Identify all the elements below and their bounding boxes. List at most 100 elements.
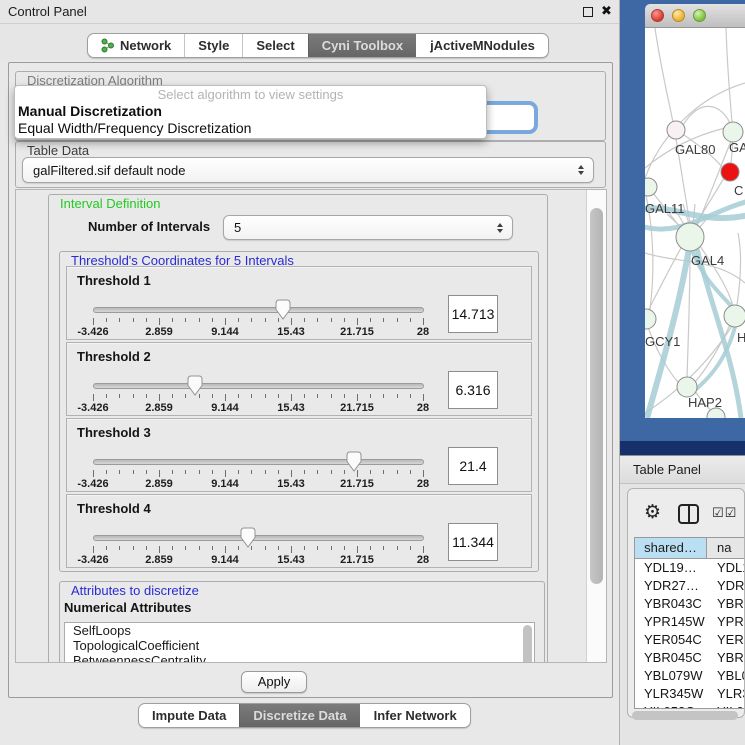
- table-column-header[interactable]: shared…: [635, 538, 707, 558]
- table-cell[interactable]: YDR27…: [635, 577, 707, 595]
- table-cell[interactable]: YLR3: [707, 685, 744, 703]
- threshold-value-field[interactable]: 11.344: [448, 523, 498, 561]
- node-red-selected[interactable]: [721, 163, 739, 181]
- threshold-slider[interactable]: -3.4262.8599.14415.4321.71528: [93, 343, 425, 417]
- algorithm-option-equal-width[interactable]: Equal Width/Frequency Discretization: [15, 120, 486, 137]
- table-cell[interactable]: YBR0: [707, 595, 744, 613]
- settings-vertical-scrollbar[interactable]: [586, 190, 606, 662]
- select-columns-icon[interactable]: ☑☑: [712, 505, 737, 521]
- gear-icon[interactable]: ⚙: [644, 501, 661, 524]
- table-cell[interactable]: YDL19…: [635, 559, 707, 577]
- slider-handle[interactable]: [187, 375, 203, 396]
- window-float-icon[interactable]: [583, 7, 593, 17]
- tab-infer-network[interactable]: Infer Network: [360, 704, 470, 727]
- traffic-light-minimize-icon[interactable]: [672, 9, 685, 22]
- tab-jactivemnodules[interactable]: jActiveMNodules: [416, 34, 548, 57]
- window-close-icon[interactable]: ✖: [601, 3, 612, 19]
- node-gal4[interactable]: [676, 223, 704, 251]
- network-window-titlebar[interactable]: [645, 4, 745, 28]
- settings-scrollbar-thumb[interactable]: [590, 208, 603, 584]
- slider-handle[interactable]: [275, 299, 291, 320]
- tab-style[interactable]: Style: [184, 34, 242, 57]
- node-gal11[interactable]: [645, 178, 657, 196]
- attribute-list-item[interactable]: BetweennessCentrality: [65, 653, 534, 663]
- network-canvas[interactable]: GAL80GACGAL11GAL4GCY1HHAP2: [645, 28, 745, 418]
- table-cell[interactable]: YPR145W: [635, 613, 707, 631]
- table-cell[interactable]: YBL0: [707, 667, 744, 685]
- table-row[interactable]: YIL052CYIL0: [635, 703, 744, 709]
- slider-tick-label: 28: [400, 326, 446, 338]
- table-row[interactable]: YDL19…YDL1: [635, 559, 744, 577]
- table-cell[interactable]: YBR045C: [635, 649, 707, 667]
- apply-button[interactable]: Apply: [241, 671, 307, 693]
- table-row[interactable]: YLR345WYLR3: [635, 685, 744, 703]
- traffic-light-close-icon[interactable]: [651, 9, 664, 22]
- tab-select[interactable]: Select: [242, 34, 307, 57]
- table-cell[interactable]: YDR2: [707, 577, 744, 595]
- slider-handle[interactable]: [240, 527, 256, 548]
- table-cell[interactable]: YPR1: [707, 613, 744, 631]
- attributes-scrollbar[interactable]: [523, 625, 532, 663]
- node-h[interactable]: [724, 305, 745, 327]
- network-edge[interactable]: [726, 28, 732, 122]
- table-row[interactable]: YPR145WYPR1: [635, 613, 744, 631]
- tab-network[interactable]: Network: [88, 34, 184, 57]
- node-table[interactable]: shared…na YDL19…YDL1YDR27…YDR2YBR043CYBR…: [634, 537, 744, 709]
- table-cell[interactable]: YBL079W: [635, 667, 707, 685]
- slider-tick: [133, 394, 134, 398]
- traffic-light-zoom-icon[interactable]: [693, 9, 706, 22]
- table-cell[interactable]: YBR0: [707, 649, 744, 667]
- node-hap2[interactable]: [677, 377, 697, 397]
- table-cell[interactable]: YIL0: [707, 703, 744, 709]
- tab-discretize-data[interactable]: Discretize Data: [239, 704, 359, 727]
- slider-track[interactable]: [93, 383, 424, 389]
- slider-tick: [159, 546, 160, 553]
- numerical-attributes-list[interactable]: SelfLoopsTopologicalCoefficientBetweenne…: [64, 622, 535, 663]
- threshold-value-field[interactable]: 21.4: [448, 447, 498, 485]
- network-edge[interactable]: [737, 233, 741, 305]
- slider-tick: [225, 470, 226, 477]
- network-edge[interactable]: [683, 106, 730, 125]
- threshold-value-field[interactable]: 6.316: [448, 371, 498, 409]
- node-gal80[interactable]: [667, 121, 685, 139]
- slider-tick: [317, 318, 318, 322]
- table-column-header[interactable]: na: [707, 538, 744, 558]
- node-gcy1[interactable]: [645, 309, 656, 329]
- network-graph[interactable]: GAL80GACGAL11GAL4GCY1HHAP2: [645, 28, 745, 418]
- table-row[interactable]: YBR043CYBR0: [635, 595, 744, 613]
- table-cell[interactable]: YLR345W: [635, 685, 707, 703]
- slider-tick-label: 15.43: [268, 554, 314, 566]
- slider-track[interactable]: [93, 459, 424, 465]
- network-edge[interactable]: [655, 28, 673, 122]
- threshold-slider[interactable]: -3.4262.8599.14415.4321.71528: [93, 495, 425, 569]
- table-cell[interactable]: YER054C: [635, 631, 707, 649]
- attribute-list-item[interactable]: SelfLoops: [65, 623, 534, 638]
- slider-track[interactable]: [93, 535, 424, 541]
- attribute-list-item[interactable]: TopologicalCoefficient: [65, 638, 534, 653]
- table-cell[interactable]: YBR043C: [635, 595, 707, 613]
- number-of-intervals-spinner[interactable]: 5: [223, 215, 513, 240]
- threshold-slider[interactable]: -3.4262.8599.14415.4321.71528: [93, 267, 425, 341]
- slider-tick: [172, 470, 173, 474]
- threshold-value-field[interactable]: 14.713: [448, 295, 498, 333]
- node-top-right[interactable]: [723, 122, 743, 142]
- split-view-icon[interactable]: [678, 504, 699, 524]
- table-horizontal-scrollbar[interactable]: [632, 711, 738, 720]
- threshold-slider[interactable]: -3.4262.8599.14415.4321.71528: [93, 419, 425, 493]
- tab-impute-data[interactable]: Impute Data: [139, 704, 239, 727]
- control-panel-titlebar: Control Panel ✖: [0, 0, 619, 24]
- table-cell[interactable]: YIL052C: [635, 703, 707, 709]
- slider-track[interactable]: [93, 307, 424, 313]
- table-row[interactable]: YER054CYER0: [635, 631, 744, 649]
- table-row[interactable]: YBR045CYBR0: [635, 649, 744, 667]
- table-row[interactable]: YDR27…YDR2: [635, 577, 744, 595]
- slider-tick: [212, 470, 213, 474]
- table-data-combobox[interactable]: galFiltered.sif default node: [22, 157, 594, 183]
- tab-cyni-toolbox[interactable]: Cyni Toolbox: [308, 34, 416, 57]
- slider-tick: [304, 394, 305, 398]
- table-cell[interactable]: YDL1: [707, 559, 744, 577]
- table-cell[interactable]: YER0: [707, 631, 744, 649]
- algorithm-option-manual[interactable]: Manual Discretization: [15, 103, 486, 120]
- table-row[interactable]: YBL079WYBL0: [635, 667, 744, 685]
- slider-handle[interactable]: [346, 451, 362, 472]
